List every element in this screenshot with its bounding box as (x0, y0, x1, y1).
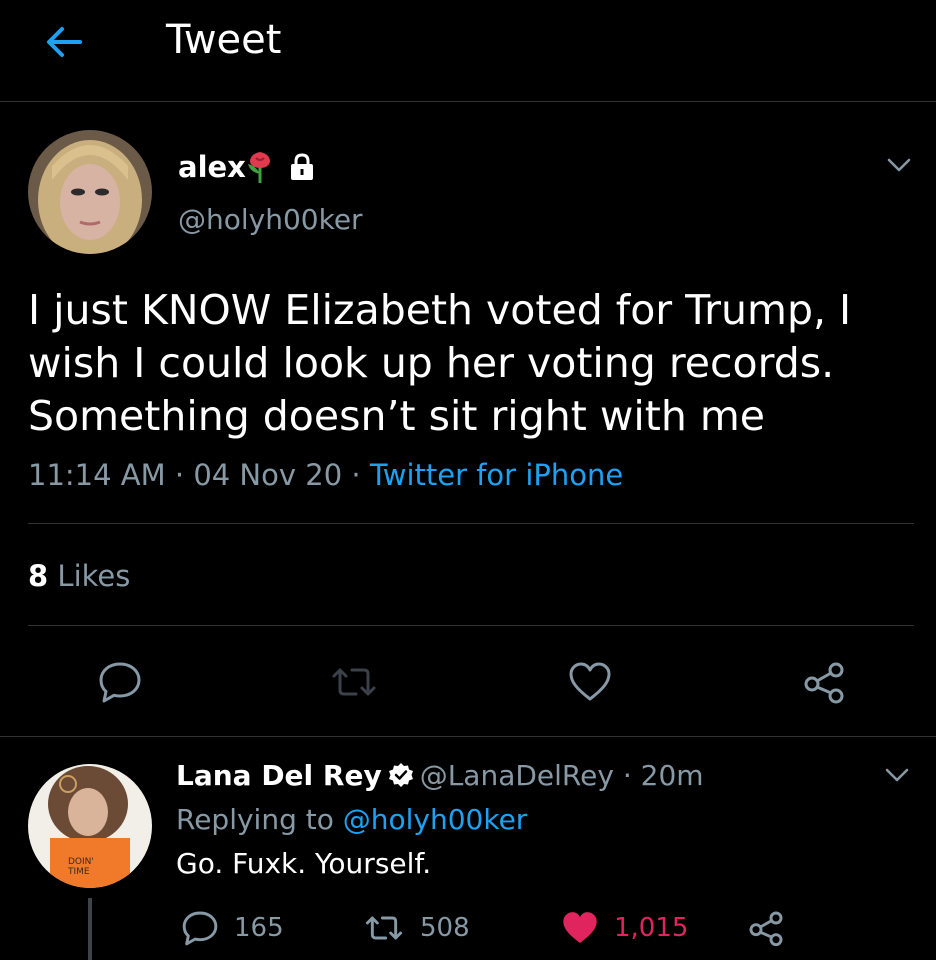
reply-count: 165 (234, 913, 284, 943)
heart-icon (563, 912, 597, 943)
replying-to: Replying to @holyh00ker (176, 800, 527, 840)
reply-retweet-action[interactable]: 508 (362, 906, 470, 950)
reply-share-action[interactable] (746, 906, 800, 950)
likes-number: 8 (28, 559, 49, 593)
heart-icon[interactable] (566, 658, 614, 706)
tweet-date: 04 Nov 20 (193, 458, 343, 492)
reply-icon[interactable] (96, 658, 144, 706)
retweet-icon (365, 916, 403, 940)
back-arrow-icon[interactable] (44, 22, 84, 62)
replying-prefix: Replying to (176, 803, 334, 836)
chevron-down-icon[interactable] (884, 150, 914, 180)
tweet-meta: 11:14 AM · 04 Nov 20 · Twitter for iPhon… (28, 455, 623, 495)
reply-like-action[interactable]: 1,015 (560, 906, 688, 950)
divider (0, 736, 936, 737)
user-handle[interactable]: @holyh00ker (178, 200, 363, 240)
separator-dot: · (351, 458, 361, 492)
reply-reply-action[interactable]: 165 (180, 906, 284, 950)
reply-avatar[interactable]: DOIN' TIME (28, 764, 152, 888)
display-name[interactable]: alex (178, 148, 246, 186)
thread-line (88, 898, 92, 960)
reply-header: Lana Del Rey @LanaDelRey · 20m (176, 756, 704, 796)
rose-emoji-icon (248, 152, 270, 183)
reply-age: · 20m (622, 759, 704, 792)
tweet-text: I just KNOW Elizabeth voted for Trump, I… (28, 286, 852, 440)
svg-text:DOIN': DOIN' (68, 857, 94, 867)
divider (28, 523, 914, 524)
verified-badge-icon (388, 763, 413, 787)
top-bar (0, 0, 936, 102)
tweet-time: 11:14 AM (28, 458, 166, 492)
avatar[interactable] (28, 130, 152, 254)
separator-dot: · (174, 458, 185, 492)
chevron-down-icon[interactable] (882, 760, 912, 790)
reply-display-name[interactable]: Lana Del Rey (176, 759, 382, 792)
share-icon[interactable] (800, 658, 848, 706)
reply-icon (182, 911, 218, 946)
divider (28, 625, 914, 626)
replying-handle-link[interactable]: @holyh00ker (343, 803, 528, 836)
reply-handle[interactable]: @LanaDelRey (420, 759, 614, 792)
retweet-count: 508 (420, 913, 470, 943)
share-icon (749, 911, 783, 947)
tweet-source-link[interactable]: Twitter for iPhone (370, 458, 623, 492)
likes-count[interactable]: 8 Likes (28, 556, 130, 596)
likes-label: Likes (57, 559, 131, 593)
page-title: Tweet (166, 17, 282, 63)
reply-text: Go. Fuxk. Yourself. (176, 847, 432, 880)
retweet-icon[interactable] (330, 658, 378, 706)
svg-text:TIME: TIME (67, 867, 90, 877)
like-count: 1,015 (614, 913, 689, 943)
lock-icon (291, 153, 313, 180)
